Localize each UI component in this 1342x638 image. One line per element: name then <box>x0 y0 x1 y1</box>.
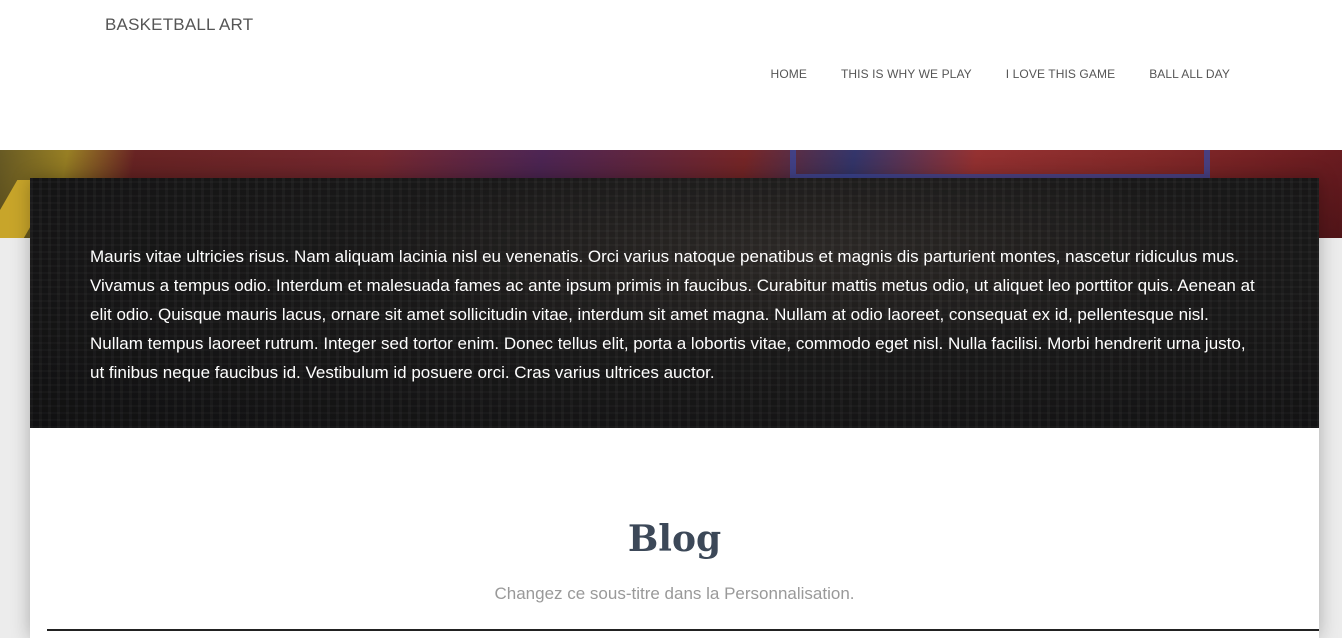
hero-banner-decoration <box>790 150 1210 180</box>
content-card: Mauris vitae ultricies risus. Nam aliqua… <box>30 178 1319 638</box>
site-header: BASKETBALL ART HOME THIS IS WHY WE PLAY … <box>0 0 1342 150</box>
nav-item-this-is-why-we-play[interactable]: THIS IS WHY WE PLAY <box>841 67 972 81</box>
intro-panel: Mauris vitae ultricies risus. Nam aliqua… <box>30 178 1319 428</box>
site-brand-link[interactable]: BASKETBALL ART <box>105 15 253 35</box>
nav-item-home[interactable]: HOME <box>771 67 807 81</box>
blog-title: Blog <box>627 518 722 560</box>
main-nav: HOME THIS IS WHY WE PLAY I LOVE THIS GAM… <box>737 67 1230 81</box>
nav-item-i-love-this-game[interactable]: I LOVE THIS GAME <box>1006 67 1115 81</box>
intro-text: Mauris vitae ultricies risus. Nam aliqua… <box>90 247 1255 382</box>
blog-subtitle: Changez ce sous-titre dans la Personnali… <box>494 584 855 603</box>
nav-item-ball-all-day[interactable]: BALL ALL DAY <box>1149 67 1230 81</box>
